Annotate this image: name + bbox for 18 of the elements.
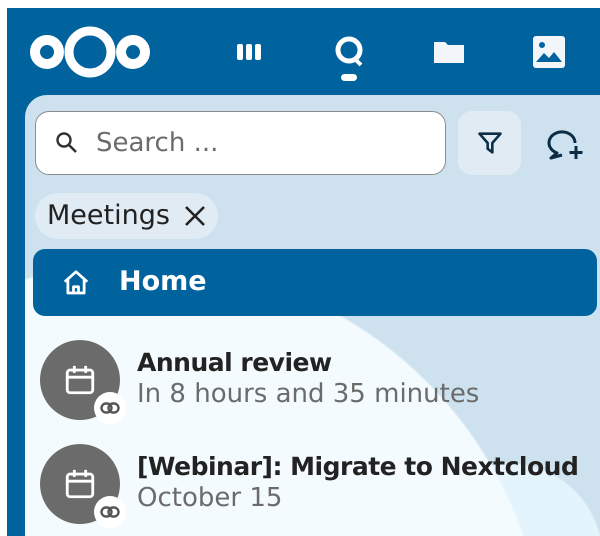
home-nav-item[interactable]: Home	[33, 249, 597, 316]
home-icon	[61, 268, 91, 298]
conversation-title[interactable]: [Webinar]: Migrate to Nextcloud	[137, 452, 578, 482]
calendar-icon	[63, 467, 97, 501]
link-badge-icon	[94, 392, 126, 424]
image-icon[interactable]	[531, 34, 567, 70]
conversation-time: In 8 hours and 35 minutes	[137, 378, 480, 412]
conversation-time: October 15	[137, 482, 284, 516]
filter-chip[interactable]: Meetings	[35, 193, 218, 239]
conversation-title[interactable]: Annual review	[137, 348, 480, 378]
calendar-icon	[63, 363, 97, 397]
close-icon[interactable]	[184, 205, 206, 227]
link-badge-icon	[94, 496, 126, 528]
filter-button[interactable]	[458, 111, 521, 175]
chip-label: Meetings	[47, 198, 170, 233]
search-field[interactable]: Search ...	[35, 111, 446, 175]
search-icon	[55, 131, 79, 155]
logo-icon[interactable]	[29, 24, 151, 80]
